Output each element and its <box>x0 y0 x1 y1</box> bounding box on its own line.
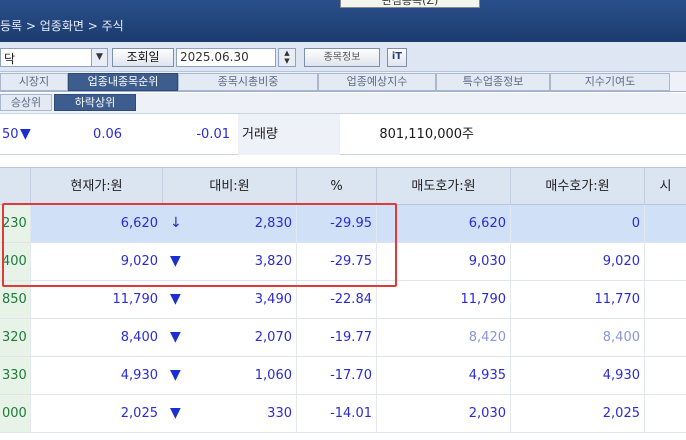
tab-market-cap-weight[interactable]: 종목시총비중 <box>178 73 318 91</box>
tab-index-contribution[interactable]: 지수기여도 <box>550 73 670 91</box>
row-extra <box>644 395 686 432</box>
table-row[interactable]: 000 2,025 ▼ 330 -14.01 2,030 2,025 <box>0 395 686 433</box>
down-triangle-icon: ▼ <box>170 405 181 421</box>
row-diff: 1,060 <box>254 368 292 383</box>
breadcrumb: 등록 > 업종화면 > 주식 <box>0 19 124 33</box>
row-price: 2,025 <box>30 395 162 432</box>
row-diff: 330 <box>267 406 292 421</box>
down-triangle-icon: ▼ <box>170 253 181 269</box>
export-icon[interactable]: iT <box>387 48 407 67</box>
table-row[interactable]: 230 6,620 ↓ 2,830 -29.95 6,620 0 <box>0 205 686 243</box>
row-code: 320 <box>0 319 30 356</box>
row-pct: -29.95 <box>296 205 376 242</box>
date-field[interactable]: 2025.06.30 <box>176 48 276 67</box>
row-bid: 9,020 <box>510 243 644 280</box>
header-bid[interactable]: 매수호가:원 <box>510 168 644 205</box>
tab-special-sector[interactable]: 특수업종정보 <box>436 73 550 91</box>
down-triangle-icon: ▼ <box>170 329 181 345</box>
row-diff: 2,830 <box>254 216 292 231</box>
header-price[interactable]: 현재가:원 <box>30 168 162 205</box>
row-diff: 2,070 <box>254 330 292 345</box>
tab-expected-index[interactable]: 업종예상지수 <box>318 73 436 91</box>
row-extra <box>644 205 686 242</box>
tooltip: 관심종목(Z) <box>340 0 480 8</box>
index-value: 50 <box>2 127 19 142</box>
row-ask: 4,935 <box>376 357 510 394</box>
row-code: 850 <box>0 281 30 318</box>
row-code: 330 <box>0 357 30 394</box>
table-row[interactable]: 320 8,400 ▼ 2,070 -19.77 8,420 8,400 <box>0 319 686 357</box>
row-ask: 8,420 <box>376 319 510 356</box>
down-triangle-icon: ▼ <box>20 126 31 142</box>
row-pct: -22.84 <box>296 281 376 318</box>
row-code: 230 <box>0 205 30 242</box>
subtab-fall[interactable]: 하락상위 <box>54 94 136 111</box>
title-bar: 등록 > 업종화면 > 주식 관심종목(Z) <box>0 0 686 42</box>
row-extra <box>644 319 686 356</box>
row-extra <box>644 357 686 394</box>
toolbar: 닥 ▼ 조회일 2025.06.30 ▲ ▼ 종목정보 iT <box>0 42 686 72</box>
header-diff[interactable]: 대비:원 <box>162 168 296 205</box>
row-price: 6,620 <box>30 205 162 242</box>
subtab-bar: 승상위 하락상위 <box>0 93 686 113</box>
row-diff: 3,820 <box>254 254 292 269</box>
row-bid: 0 <box>510 205 644 242</box>
index-change-pct: -0.01 <box>196 127 230 142</box>
row-price: 4,930 <box>30 357 162 394</box>
row-ask: 2,030 <box>376 395 510 432</box>
row-price: 9,020 <box>30 243 162 280</box>
tab-market[interactable]: 시장지 <box>0 73 68 91</box>
volume-label: 거래량 <box>238 114 340 155</box>
row-bid: 4,930 <box>510 357 644 394</box>
row-pct: -17.70 <box>296 357 376 394</box>
table-header: 현재가:원 대비:원 % 매도호가:원 매수호가:원 시 <box>0 167 686 205</box>
row-bid: 2,025 <box>510 395 644 432</box>
header-code <box>0 168 30 205</box>
stock-info-button[interactable]: 종목정보 <box>304 48 380 67</box>
header-extra[interactable]: 시 <box>644 168 686 205</box>
row-code: 400 <box>0 243 30 280</box>
row-ask: 11,790 <box>376 281 510 318</box>
row-bid: 11,770 <box>510 281 644 318</box>
row-price: 11,790 <box>30 281 162 318</box>
summary-bar: 50 ▼ 0.06 -0.01 거래량 801,110,000주 <box>0 113 686 155</box>
query-date-button[interactable]: 조회일 <box>112 48 174 67</box>
row-pct: -29.75 <box>296 243 376 280</box>
market-select[interactable]: 닥 ▼ <box>0 48 108 67</box>
row-extra <box>644 243 686 280</box>
table-row[interactable]: 330 4,930 ▼ 1,060 -17.70 4,935 4,930 <box>0 357 686 395</box>
table-row[interactable]: 850 11,790 ▼ 3,490 -22.84 11,790 11,770 <box>0 281 686 319</box>
chevron-down-icon[interactable]: ▼ <box>91 49 107 66</box>
subtab-rise[interactable]: 승상위 <box>0 94 52 111</box>
header-ask[interactable]: 매도호가:원 <box>376 168 510 205</box>
row-code: 000 <box>0 395 30 432</box>
header-pct[interactable]: % <box>296 168 376 205</box>
market-select-value: 닥 <box>4 52 16 66</box>
down-triangle-icon: ▼ <box>170 291 181 307</box>
down-triangle-icon: ▼ <box>170 367 181 383</box>
tab-bar: 시장지 업종내종목순위 종목시총비중 업종예상지수 특수업종정보 지수기여도 <box>0 72 686 92</box>
row-ask: 9,030 <box>376 243 510 280</box>
date-spinner[interactable]: ▲ ▼ <box>278 48 296 67</box>
row-price: 8,400 <box>30 319 162 356</box>
row-ask: 6,620 <box>376 205 510 242</box>
row-extra <box>644 281 686 318</box>
index-change: 0.06 <box>93 127 122 142</box>
row-pct: -19.77 <box>296 319 376 356</box>
volume-value: 801,110,000주 <box>379 127 474 142</box>
tab-sector-rank[interactable]: 업종내종목순위 <box>68 73 178 91</box>
row-pct: -14.01 <box>296 395 376 432</box>
table-row[interactable]: 400 9,020 ▼ 3,820 -29.75 9,030 9,020 <box>0 243 686 281</box>
down-arrow-icon: ↓ <box>170 215 182 231</box>
row-diff: 3,490 <box>254 292 292 307</box>
row-bid: 8,400 <box>510 319 644 356</box>
